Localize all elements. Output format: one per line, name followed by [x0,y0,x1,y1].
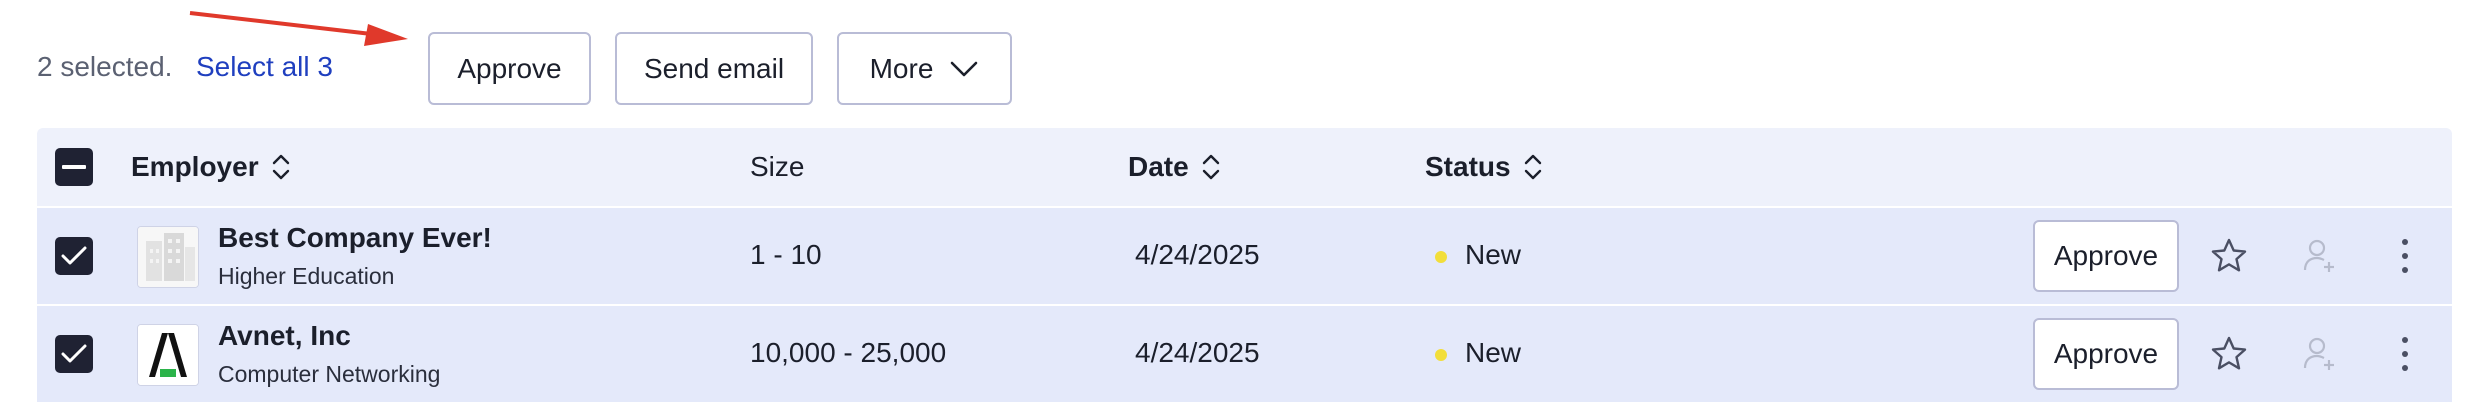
checkmark-icon [61,344,87,363]
size-cell: 10,000 - 25,000 [750,337,947,368]
status-cell: New [1465,337,1522,368]
star-outline-icon[interactable] [2209,236,2249,276]
avnet-logo-mark [138,325,198,385]
send-email-label: Send email [643,52,785,84]
row-approve-label: Approve [2053,240,2159,271]
column-label-size: Size [750,151,805,182]
bulk-approve-button[interactable]: Approve [428,32,591,105]
star-outline-icon[interactable] [2209,334,2249,374]
annotation-arrow [189,11,408,46]
size-cell: 1 - 10 [750,239,822,270]
person-add-icon[interactable] [2299,236,2339,276]
table-row[interactable]: Best Company Ever! Higher Education 1 - … [37,208,2452,304]
status-dot [1435,349,1447,361]
date-cell: 4/24/2025 [1135,239,1260,270]
checkmark-icon [61,246,87,265]
date-cell: 4/24/2025 [1135,337,1260,368]
column-header-employer[interactable]: Employer [131,151,291,183]
column-header-status[interactable]: Status [1425,151,1543,183]
avnet-logo [137,324,199,386]
column-label-date: Date [1128,151,1189,182]
row-approve-button[interactable]: Approve [2033,318,2179,390]
minus-icon [62,165,86,169]
send-email-button[interactable]: Send email [615,32,813,105]
column-label-employer: Employer [131,151,259,182]
selection-count: 2 selected. [37,51,173,82]
sort-icon [272,154,289,180]
row-approve-button[interactable]: Approve [2033,220,2179,292]
row-approve-label: Approve [2053,338,2159,369]
select-all-checkbox-indeterminate[interactable] [55,148,93,186]
employer-table: Employer Size Date Status Best Company E… [37,128,2452,402]
status-cell: New [1465,239,1522,270]
building-icon [138,227,198,287]
kebab-menu-icon[interactable] [2395,236,2415,276]
table-row[interactable]: Avnet, Inc Computer Networking 10,000 - … [37,306,2452,402]
sort-icon [1202,154,1219,180]
row-checkbox-checked[interactable] [55,237,93,275]
person-add-icon[interactable] [2299,334,2339,374]
kebab-menu-icon[interactable] [2395,334,2415,374]
column-header-size: Size [750,151,804,183]
select-all-link[interactable]: Select all 3 [196,51,333,83]
more-label: More [869,52,934,84]
employer-name[interactable]: Avnet, Inc [218,320,351,352]
status-dot [1435,251,1447,263]
employer-name[interactable]: Best Company Ever! [218,222,492,254]
column-label-status: Status [1425,151,1511,182]
employer-industry: Higher Education [218,263,395,289]
chevron-down-icon [951,61,978,76]
building-placeholder-logo [137,226,199,288]
table-header: Employer Size Date Status [37,128,2452,206]
more-actions-dropdown[interactable]: More [837,32,1012,105]
employer-industry: Computer Networking [218,361,441,387]
row-checkbox-checked[interactable] [55,335,93,373]
column-header-date[interactable]: Date [1128,151,1221,183]
bulk-approve-label: Approve [457,52,562,84]
sort-icon [1524,154,1541,180]
